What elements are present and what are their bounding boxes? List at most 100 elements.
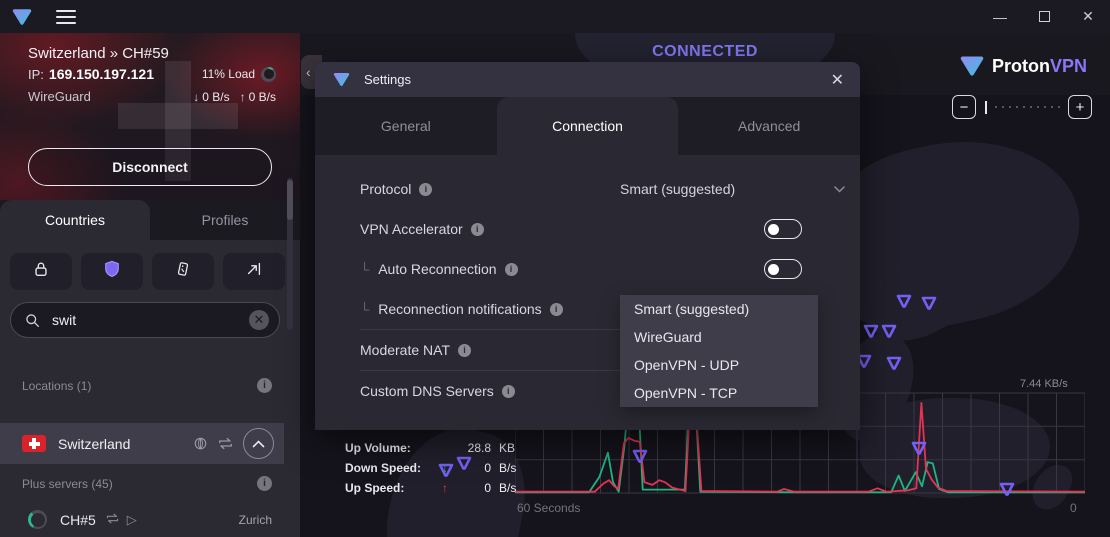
lock-filter-button[interactable] — [10, 253, 72, 290]
country-name: Switzerland — [58, 436, 130, 452]
info-icon[interactable]: i — [257, 378, 272, 393]
protocol-option[interactable]: Smart (suggested) — [620, 295, 818, 323]
setting-label: Reconnection notifications — [378, 301, 541, 317]
feature-filter-row — [10, 253, 285, 290]
tree-connector-icon: └ — [360, 262, 369, 277]
auto-reconnection-toggle[interactable] — [764, 259, 802, 279]
search-icon — [25, 313, 40, 328]
map-zoom-control: − + — [952, 94, 1092, 120]
maximize-button[interactable] — [1022, 0, 1066, 33]
kill-switch-icon — [174, 260, 192, 283]
upload-speed: 0 B/s — [249, 90, 276, 104]
info-icon[interactable]: i — [257, 476, 272, 491]
ip-label: IP: — [28, 67, 44, 82]
protocol-name: WireGuard — [28, 89, 91, 104]
zoom-out-button[interactable]: − — [952, 95, 976, 119]
close-button[interactable]: ✕ — [1066, 0, 1110, 33]
maximize-icon — [1039, 11, 1050, 22]
clear-search-icon[interactable]: ✕ — [249, 310, 269, 330]
up-arrow-icon: ↑ — [240, 90, 246, 104]
streaming-play-icon: ▷ — [127, 512, 137, 528]
port-forwarding-filter-button[interactable] — [223, 253, 285, 290]
info-icon[interactable]: i — [471, 223, 484, 236]
zoom-tick — [1058, 106, 1060, 108]
connection-title: Switzerland » CH#59 — [28, 45, 169, 62]
menu-hamburger-icon[interactable] — [56, 10, 76, 24]
settings-tab-connection[interactable]: Connection — [497, 97, 679, 155]
download-speed: 0 B/s — [202, 90, 229, 104]
info-icon[interactable]: i — [458, 344, 471, 357]
close-icon[interactable]: ✕ — [831, 70, 844, 90]
info-icon[interactable]: i — [505, 263, 518, 276]
load-ring-icon — [261, 67, 276, 82]
vpn-accelerator-toggle[interactable] — [764, 219, 802, 239]
settings-tab-general[interactable]: General — [315, 97, 497, 155]
protocol-option[interactable]: OpenVPN - UDP — [620, 351, 818, 379]
sidebar-scrollbar-thumb[interactable] — [287, 180, 293, 220]
down-arrow-icon: ↓ — [193, 90, 199, 104]
setting-label: Custom DNS Servers — [360, 383, 494, 399]
flag-background — [118, 103, 238, 129]
server-load: 11% Load — [202, 67, 255, 81]
zoom-tick — [1044, 106, 1046, 108]
zoom-tick — [1030, 106, 1032, 108]
setting-row-protocol: ProtocoliSmart (suggested) — [360, 169, 802, 209]
connection-card: Switzerland » CH#59 IP: 169.150.197.121 … — [0, 33, 300, 200]
chart-ymax-label: 7.44 KB/s — [1020, 378, 1068, 390]
ip-address: 169.150.197.121 — [49, 66, 154, 82]
settings-modal-header: Settings ✕ — [315, 62, 860, 97]
kill-switch-filter-button[interactable] — [152, 253, 214, 290]
lock-icon — [32, 260, 50, 283]
protocol-option[interactable]: WireGuard — [620, 323, 818, 351]
p2p-arrows-icon — [217, 436, 234, 451]
info-icon[interactable]: i — [550, 303, 563, 316]
chart-xaxis-right-label: 0 — [1070, 501, 1077, 515]
protocol-dropdown: Smart (suggested)WireGuardOpenVPN - UDPO… — [620, 295, 818, 407]
zoom-slider-track[interactable] — [995, 106, 1060, 108]
setting-label: VPN Accelerator — [360, 221, 463, 237]
speed-stats: Up Volume: 28.8 KB Down Speed: ↓ 0 B/s U… — [345, 438, 529, 498]
settings-tabs: GeneralConnectionAdvanced — [315, 97, 860, 155]
zoom-tick — [1009, 106, 1011, 108]
sidebar-tabs: CountriesProfiles — [0, 200, 300, 240]
server-row-icons: ▷ — [105, 512, 137, 528]
setting-label: Moderate NAT — [360, 342, 450, 358]
sidebar: Switzerland » CH#59 IP: 169.150.197.121 … — [0, 33, 300, 537]
plus-servers-header: Plus servers (45) i — [22, 476, 272, 491]
minimize-button[interactable]: — — [978, 0, 1022, 33]
zoom-tick — [1037, 106, 1039, 108]
chevron-down-icon — [834, 180, 845, 198]
window-controls: — ✕ — [978, 0, 1110, 33]
settings-tab-advanced[interactable]: Advanced — [678, 97, 860, 155]
netshield-filter-button[interactable] — [81, 253, 143, 290]
info-icon[interactable]: i — [419, 183, 432, 196]
collapse-country-button[interactable] — [243, 428, 274, 459]
brand-proton: Proton — [992, 56, 1050, 76]
sidebar-tab-countries[interactable]: Countries — [0, 200, 150, 240]
protocol-option[interactable]: OpenVPN - TCP — [620, 379, 818, 407]
settings-body: ProtocoliSmart (suggested) VPN Accelerato… — [315, 155, 860, 430]
info-icon[interactable]: i — [502, 385, 515, 398]
zoom-slider-handle[interactable] — [985, 101, 987, 114]
zoom-tick — [1023, 106, 1025, 108]
p2p-arrows-icon — [105, 512, 120, 528]
stat-row-down-speed: Down Speed: ↓ 0 B/s — [345, 458, 529, 478]
protonvpn-logo-icon — [960, 55, 984, 77]
search-bar[interactable]: ✕ — [10, 302, 280, 338]
zoom-in-button[interactable]: + — [1068, 95, 1092, 119]
server-row-ch5[interactable]: CH#5▷Zurich — [0, 502, 284, 537]
setting-row-auto-reconnection: └Auto Reconnectioni — [360, 249, 802, 289]
chart-xaxis-left-label: 60 Seconds — [517, 501, 580, 515]
zoom-tick — [1002, 106, 1004, 108]
search-input[interactable] — [50, 311, 249, 329]
up-arrow-icon: ↑ — [437, 481, 453, 495]
protonvpn-logo-icon — [12, 8, 32, 26]
country-row-switzerland[interactable]: Switzerland — [0, 423, 284, 464]
down-arrow-icon: ↓ — [437, 461, 453, 475]
sidebar-tab-profiles[interactable]: Profiles — [150, 200, 300, 240]
switzerland-flag-icon — [22, 435, 46, 452]
disconnect-button[interactable]: Disconnect — [28, 148, 272, 186]
protocol-select[interactable]: Smart (suggested) — [620, 175, 847, 203]
server-load-ring-icon — [28, 510, 47, 529]
settings-title: Settings — [364, 72, 411, 87]
